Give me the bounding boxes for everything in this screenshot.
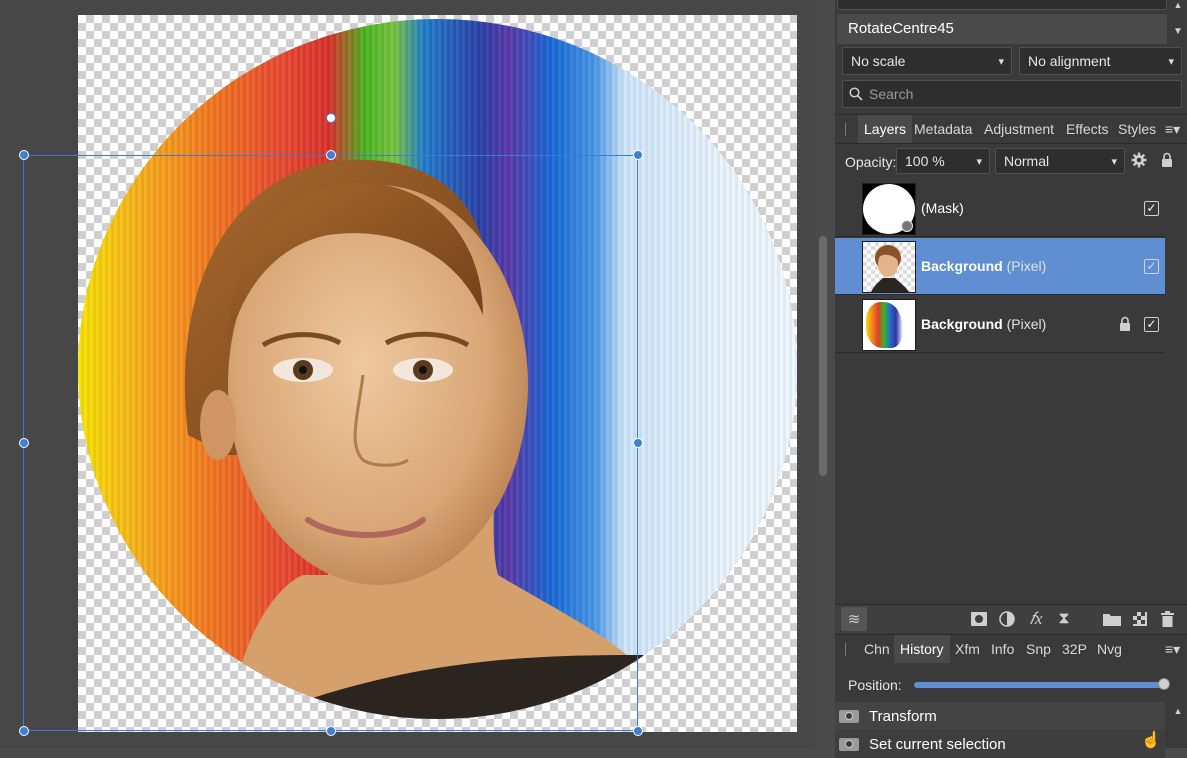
tab-bar-grip [845, 643, 846, 656]
layer-row-background-selected[interactable]: Background (Pixel) ✓ [835, 238, 1165, 295]
tab-transform[interactable]: Xfm [955, 635, 980, 663]
blend-mode-dropdown[interactable]: Normal [995, 148, 1125, 174]
portrait-thumbnail [862, 241, 916, 293]
tab-layers[interactable]: Layers [858, 115, 913, 143]
layer-name-text: Background [921, 316, 1003, 332]
layer-visibility-checkbox[interactable]: ✓ [1144, 259, 1159, 274]
tab-adjustment[interactable]: Adjustment [984, 115, 1054, 143]
tab-channels[interactable]: Chn [864, 635, 890, 663]
history-position-label: Position: [848, 677, 902, 693]
history-position-knob[interactable] [1158, 678, 1170, 690]
live-filter-icon[interactable]: ⧗ [1054, 609, 1074, 629]
history-item-label: Set current selection [869, 736, 1006, 753]
layer-type-text: (Pixel) [1006, 316, 1047, 332]
history-tab-bar: Chn History Xfm Info Snp 32P Nvg ≡▾ [835, 634, 1187, 663]
scroll-up-icon[interactable]: ▲ [1171, 704, 1185, 718]
layer-visibility-checkbox[interactable]: ✓ [1144, 201, 1159, 216]
scroll-up-icon[interactable]: ▲ [1171, 0, 1185, 10]
layer-stack-icon[interactable]: ≋ [841, 607, 867, 631]
scale-dropdown[interactable]: No scale [842, 47, 1012, 75]
rainbow-thumbnail [862, 299, 916, 351]
handle-middle-left[interactable] [19, 438, 29, 448]
layer-lock-icon[interactable] [1118, 316, 1132, 332]
pointer-cursor-icon: ☝ [1141, 732, 1161, 749]
panel-menu-icon[interactable]: ≡▾ [1165, 635, 1180, 663]
handle-top-right[interactable] [633, 150, 643, 160]
tab-32p[interactable]: 32P [1062, 635, 1087, 663]
history-item[interactable]: Set current selection ☝ [835, 730, 1165, 758]
handle-middle-right[interactable] [633, 438, 643, 448]
scale-dropdown-value: No scale [851, 53, 906, 69]
layer-name: Background (Pixel) [921, 238, 1046, 295]
history-item-label: Transform [869, 708, 937, 725]
mask-thumbnail [862, 183, 916, 235]
folder-icon[interactable] [1102, 609, 1122, 629]
right-panel: ▲ RotateCentre45 ▼ No scale No alignment… [835, 0, 1187, 758]
tab-metadata[interactable]: Metadata [914, 115, 972, 143]
layer-name-text: (Mask) [921, 200, 964, 216]
layer-name: Background (Pixel) [921, 296, 1046, 353]
transform-selection-box[interactable] [23, 155, 638, 731]
layer-name-text: Background [921, 258, 1003, 274]
alignment-dropdown-value: No alignment [1028, 53, 1111, 69]
tab-styles[interactable]: Styles [1118, 115, 1156, 143]
layers-tab-bar: Layers Metadata Adjustment Effects Style… [835, 114, 1187, 144]
handle-bottom-center[interactable] [326, 726, 336, 736]
history-list: Transform Set current selection ☝ ▲ [835, 702, 1187, 758]
history-item[interactable]: Transform [835, 702, 1165, 730]
camera-icon [839, 738, 859, 751]
adjustment-icon[interactable] [997, 609, 1017, 629]
preset-list-top-item[interactable] [837, 0, 1167, 10]
trash-icon[interactable] [1157, 609, 1177, 629]
blend-mode-value: Normal [1004, 153, 1050, 169]
layer-row-mask[interactable]: (Mask) ✓ [835, 180, 1165, 237]
fx-icon[interactable]: 𝑓x [1025, 609, 1047, 629]
handle-top-left[interactable] [19, 150, 29, 160]
preset-name-item[interactable]: RotateCentre45 [837, 14, 1167, 44]
tab-effects[interactable]: Effects [1066, 115, 1109, 143]
mask-layer-icon[interactable] [969, 609, 989, 629]
layer-row-background-locked[interactable]: Background (Pixel) ✓ [835, 296, 1165, 353]
handle-bottom-left[interactable] [19, 726, 29, 736]
mask-badge-icon [901, 220, 913, 232]
preset-name-label: RotateCentre45 [848, 20, 954, 37]
search-field[interactable]: Search [842, 80, 1182, 108]
canvas-workspace[interactable] [0, 0, 815, 748]
layers-list: (Mask) ✓ Background (Pixel) ✓ Background… [835, 180, 1187, 605]
panel-menu-icon[interactable]: ≡▾ [1165, 115, 1180, 143]
layer-visibility-checkbox[interactable]: ✓ [1144, 317, 1159, 332]
tab-info[interactable]: Info [991, 635, 1014, 663]
tab-history[interactable]: History [894, 635, 950, 663]
alignment-dropdown[interactable]: No alignment [1019, 47, 1182, 75]
opacity-field[interactable]: 100 % [896, 148, 990, 174]
scroll-down-icon[interactable]: ▼ [1171, 24, 1185, 38]
rainbow-thumb-graphic [866, 302, 902, 348]
handle-bottom-right[interactable] [633, 726, 643, 736]
camera-icon [839, 710, 859, 723]
tab-snapshots[interactable]: Snp [1026, 635, 1051, 663]
add-pixel-layer-icon[interactable] [1130, 609, 1150, 629]
tab-bar-grip [845, 123, 846, 136]
layers-toolbar: ≋ 𝑓x ⧗ [835, 604, 1187, 633]
layer-name: (Mask) [921, 180, 964, 237]
rotation-handle[interactable] [326, 113, 336, 123]
handle-top-center[interactable] [326, 150, 336, 160]
history-position-fill [914, 682, 1164, 688]
canvas-vertical-scrollbar[interactable] [819, 236, 827, 476]
search-placeholder: Search [869, 86, 914, 102]
gear-icon[interactable] [1131, 152, 1147, 168]
lock-icon[interactable] [1161, 152, 1173, 168]
search-icon [849, 87, 863, 101]
layer-type-text: (Pixel) [1006, 258, 1047, 274]
history-position-slider[interactable] [914, 678, 1170, 690]
tab-navigator[interactable]: Nvg [1097, 635, 1122, 663]
portrait-thumb-graphic [871, 245, 909, 292]
opacity-label: Opacity: [845, 154, 897, 170]
opacity-value: 100 % [905, 153, 945, 169]
